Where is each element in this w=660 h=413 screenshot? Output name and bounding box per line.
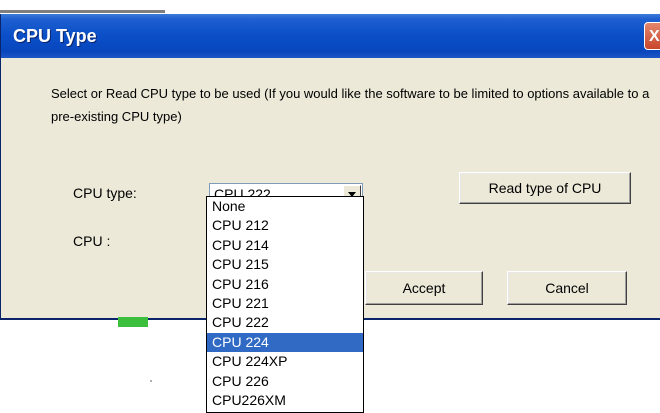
dropdown-option[interactable]: CPU 224XP [207,352,363,371]
description-text: Select or Read CPU type to be used (If y… [51,86,650,124]
cpu-type-dropdown-list[interactable]: None CPU 212 CPU 214 CPU 215 CPU 216 CPU… [206,196,364,413]
dropdown-option[interactable]: CPU 214 [207,236,363,255]
cancel-label: Cancel [545,280,589,296]
background-mark [150,380,152,382]
accept-button[interactable]: Accept [365,271,483,305]
background-status-bar [118,317,148,327]
dialog-title: CPU Type [13,26,97,46]
close-button[interactable]: X [644,22,660,50]
dropdown-option[interactable]: None [207,197,363,216]
cpu-type-label: CPU type: [73,185,137,201]
cpu-label: CPU : [73,233,111,249]
dropdown-option[interactable]: CPU 222 [207,313,363,332]
dropdown-option[interactable]: CPU 226 [207,372,363,391]
accept-label: Accept [402,280,446,296]
dropdown-option[interactable]: CPU 215 [207,255,363,274]
dropdown-option[interactable]: CPU 216 [207,275,363,294]
dropdown-option[interactable]: CPU 212 [207,216,363,235]
cancel-button[interactable]: Cancel [507,271,627,305]
background-window-strip [0,0,660,15]
title-bar[interactable]: CPU Type X [1,14,660,58]
background-window-edge [0,10,165,13]
close-icon: X [649,28,660,45]
read-cpu-type-button[interactable]: Read type of CPU [459,172,631,204]
dropdown-option[interactable]: CPU226XM [207,391,363,410]
dropdown-option-highlighted[interactable]: CPU 224 [207,332,363,353]
dropdown-option[interactable]: CPU 221 [207,294,363,313]
read-cpu-type-label: Read type of CPU [488,180,602,196]
